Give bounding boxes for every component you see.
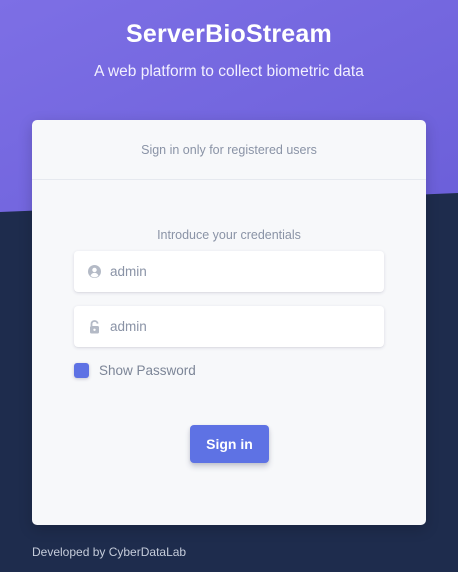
- app-subtitle: A web platform to collect biometric data: [94, 63, 364, 80]
- username-input[interactable]: [108, 264, 358, 279]
- app-title: ServerBioStream: [126, 20, 332, 48]
- login-page: ServerBioStream A web platform to collec…: [0, 0, 458, 572]
- login-card: Sign in only for registered users Introd…: [32, 120, 426, 525]
- show-password-checkbox[interactable]: [74, 363, 89, 378]
- lock-icon: [74, 319, 108, 334]
- footer-credit: Developed by CyberDataLab: [32, 545, 187, 559]
- card-header: Sign in only for registered users: [32, 120, 426, 180]
- card-header-text: Sign in only for registered users: [141, 142, 317, 157]
- username-field[interactable]: [74, 251, 384, 292]
- password-field[interactable]: [74, 306, 384, 347]
- signin-button[interactable]: Sign in: [190, 425, 269, 463]
- user-circle-icon: [74, 265, 108, 278]
- password-input[interactable]: [108, 319, 358, 334]
- show-password-toggle[interactable]: Show Password: [74, 363, 196, 378]
- credentials-label: Introduce your credentials: [157, 228, 301, 242]
- show-password-label: Show Password: [99, 363, 196, 378]
